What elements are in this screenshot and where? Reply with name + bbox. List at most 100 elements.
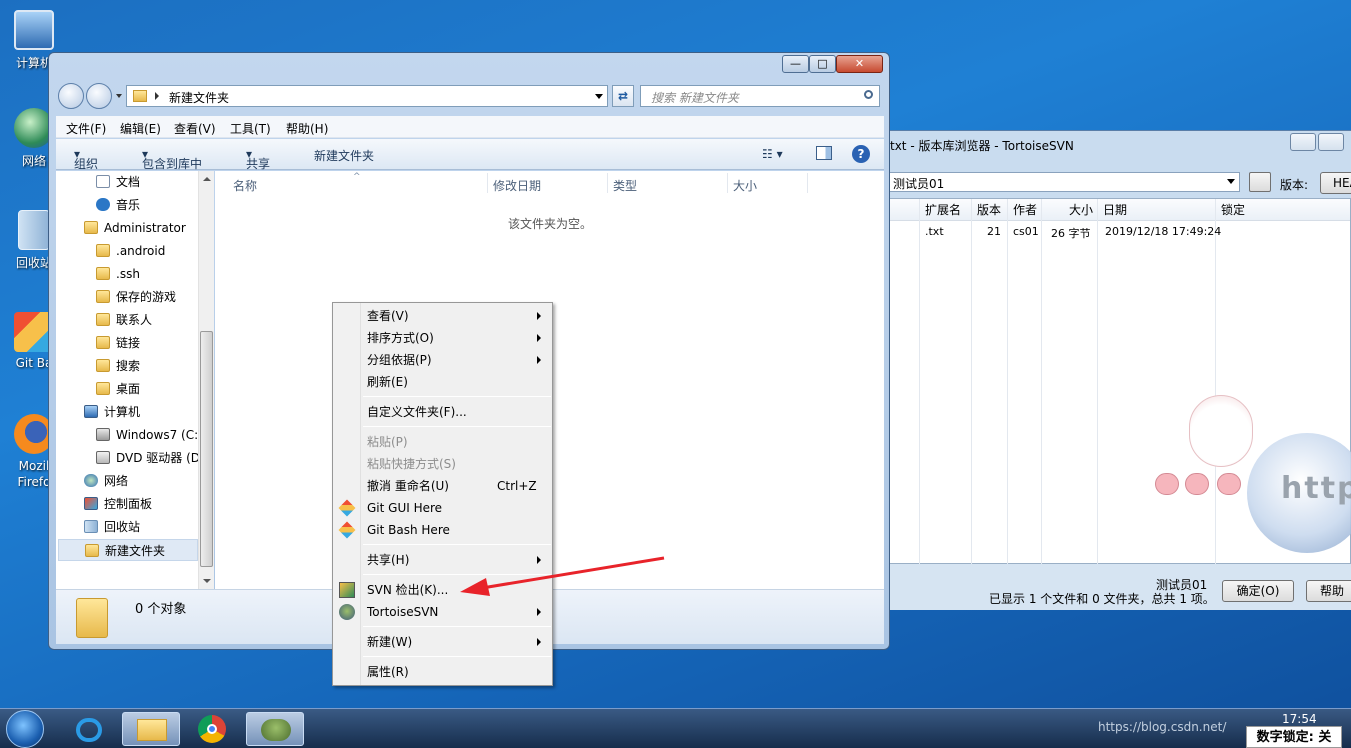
context-menu-item[interactable]: 查看(V) [367,305,409,327]
nav-item[interactable]: 控制面板 [84,493,152,515]
menu-file[interactable]: 文件(F) [66,120,106,137]
close-button[interactable]: ✕ [836,55,883,73]
context-menu-item[interactable]: 排序方式(O) [367,327,434,349]
column-header-type[interactable]: 类型 [613,177,637,194]
nav-item-label: .ssh [116,267,140,281]
folder-icon [96,336,110,349]
nav-item-label: .android [116,244,166,258]
nav-item[interactable]: 回收站 [84,516,140,538]
nav-item[interactable]: .android [96,240,165,262]
context-menu-item[interactable]: SVN 检出(K)... [367,579,448,601]
column-header-date[interactable]: 修改日期 [493,177,541,194]
nav-item[interactable]: 链接 [96,332,140,354]
context-menu-item[interactable]: 刷新(E) [367,371,408,393]
nav-item[interactable]: 计算机 [84,401,140,423]
scroll-up-arrow-icon[interactable] [203,177,211,181]
nav-item[interactable]: 文档 [96,171,140,193]
include-in-library-button[interactable]: 包含到库中 ▾ [142,147,202,171]
folder-large-icon [76,598,108,638]
svn-col-author[interactable]: 作者 [1013,199,1037,221]
ok-button[interactable]: 确定(O) [1222,580,1294,602]
nav-item[interactable]: 搜索 [96,355,140,377]
context-menu-item[interactable]: 分组依据(P) [367,349,432,371]
help-button[interactable]: 帮助 [1306,580,1351,602]
column-header-size[interactable]: 大小 [733,177,757,194]
nav-item-label: 链接 [116,336,141,350]
nav-item-label: 联系人 [116,313,153,327]
menu-tools[interactable]: 工具(T) [230,120,271,137]
menu-view[interactable]: 查看(V) [174,120,216,137]
maximize-button[interactable]: □ [809,55,836,73]
taskbar-chrome-button[interactable] [184,712,242,746]
forward-button[interactable] [86,83,112,109]
nav-item[interactable]: Administrator [84,217,186,239]
svn-cell-ext: .txt [925,225,944,238]
help-icon[interactable]: ? [852,145,870,163]
recent-pages-chevron-icon[interactable] [116,94,122,98]
nav-item[interactable]: DVD 驱动器 (D [96,447,200,469]
svn-url-combobox[interactable]: 测试员01 [888,172,1240,192]
preview-pane-icon[interactable] [816,146,832,160]
address-bar[interactable]: 新建文件夹 [126,85,608,107]
table-row[interactable]: .txt 21 cs01 26 字节 2019/12/18 17:49:24 [889,225,1350,243]
context-menu-item[interactable]: 撤消 重命名(U) [367,475,449,497]
menu-separator [363,396,551,397]
chevron-down-icon[interactable] [595,94,603,99]
view-options-icon[interactable]: ☷ ▾ [762,147,783,161]
scroll-down-arrow-icon[interactable] [203,579,211,583]
taskbar-ie-button[interactable] [60,712,118,746]
taskbar-explorer-button[interactable] [122,712,180,746]
nav-item[interactable]: 桌面 [96,378,140,400]
share-button[interactable]: 共享 ▾ [246,147,270,171]
taskbar-tortoisesvn-button[interactable] [246,712,304,746]
breadcrumb[interactable]: 新建文件夹 [169,89,229,106]
menu-separator [363,626,551,627]
new-folder-button[interactable]: 新建文件夹 [314,147,374,164]
nav-item-label: 保存的游戏 [116,290,177,304]
nav-item[interactable]: 联系人 [96,309,152,331]
search-input[interactable]: 搜索 新建文件夹 [640,85,880,107]
folder-icon [96,382,110,395]
svn-col-lock[interactable]: 锁定 [1221,199,1245,221]
organize-button[interactable]: 组织 ▾ [74,147,98,171]
minimize-button[interactable]: — [782,55,809,73]
column-header-name[interactable]: 名称 [233,177,257,194]
watermark-text: https [1281,471,1351,506]
svn-col-rev[interactable]: 版本 [977,199,1001,221]
clock[interactable]: 17:54 [1282,712,1317,726]
nav-item[interactable]: 保存的游戏 [96,286,176,308]
nav-item[interactable]: .ssh [96,263,140,285]
context-menu-item[interactable]: 共享(H) [367,549,409,571]
svn-revision-button[interactable]: HEA [1320,172,1351,194]
start-button[interactable] [6,710,44,748]
context-menu-item: 粘贴快捷方式(S) [367,457,456,471]
nav-item-label: 文档 [116,175,141,189]
nav-item[interactable]: 网络 [84,470,128,492]
svn-minimize-button[interactable] [1290,133,1316,151]
nav-scrollbar[interactable] [198,171,214,589]
folder-icon [133,90,147,102]
context-menu-item[interactable]: Git GUI Here [367,497,442,519]
nav-item[interactable]: 音乐 [96,194,140,216]
menu-help[interactable]: 帮助(H) [286,120,328,137]
annotation-arrow-head [460,578,490,596]
nav-item-label: Windows7 (C: [116,428,199,442]
dvd-icon [96,451,110,464]
context-menu-item[interactable]: 属性(R) [367,661,409,683]
nav-item[interactable]: 新建文件夹 [58,539,198,561]
svn-col-date[interactable]: 日期 [1103,199,1127,221]
scroll-thumb[interactable] [200,331,213,567]
back-button[interactable] [58,83,84,109]
context-menu-item[interactable]: 新建(W) [367,631,412,653]
context-menu-item[interactable]: TortoiseSVN [367,601,438,623]
context-menu-item[interactable]: Git Bash Here [367,519,450,541]
svn-maximize-button[interactable] [1318,133,1344,151]
nav-item[interactable]: Windows7 (C: [96,424,198,446]
refresh-button[interactable]: ⇄ [612,85,634,107]
svn-browse-button[interactable] [1249,172,1271,192]
svn-col-size[interactable]: 大小 [1069,199,1093,221]
context-menu-item[interactable]: 自定义文件夹(F)... [367,401,467,423]
svn-col-ext[interactable]: 扩展名 [925,199,961,221]
menu-edit[interactable]: 编辑(E) [120,120,161,137]
svn-window-title: txt - 版本库浏览器 - TortoiseSVN [890,139,1074,153]
